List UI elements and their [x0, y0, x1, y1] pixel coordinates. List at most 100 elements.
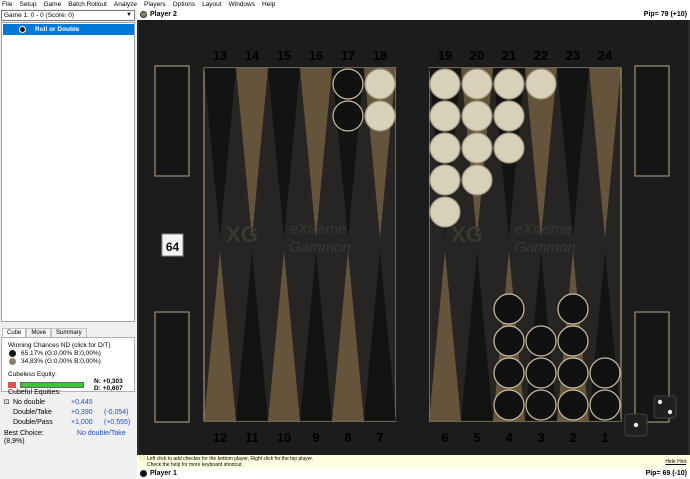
watermark-text: eXtreme	[515, 221, 572, 238]
dark-checker[interactable]	[493, 293, 525, 325]
menu-item-options[interactable]: Options	[173, 1, 195, 8]
die-pip	[633, 422, 639, 428]
dark-checker[interactable]	[557, 389, 589, 421]
point-number: 5	[473, 430, 480, 445]
analysis-tabs: Cube Move Summary	[2, 328, 87, 337]
eq-row-label: No double	[13, 399, 45, 406]
dark-checker[interactable]	[493, 357, 525, 389]
top-player-bar: Player 2 Pip= 79 (+10)	[137, 9, 690, 20]
point-number: 17	[341, 48, 355, 63]
light-checker[interactable]	[461, 132, 493, 164]
dark-checker[interactable]	[332, 100, 364, 132]
point-number: 13	[213, 48, 227, 63]
dark-checker[interactable]	[525, 389, 557, 421]
dark-checker[interactable]	[493, 389, 525, 421]
light-checker[interactable]	[461, 68, 493, 100]
d-value: D: +0,607	[94, 385, 123, 392]
point-number: 11	[245, 430, 259, 445]
checker-tray[interactable]	[634, 65, 670, 177]
left-panel: Game 1: 0 - 0 (Score: 0) ▼ Roll or Doubl…	[0, 9, 136, 479]
point-number: 23	[566, 48, 580, 63]
menu-item-setup[interactable]: Setup	[19, 1, 36, 8]
point-number: 7	[376, 430, 383, 445]
dark-checker[interactable]	[525, 357, 557, 389]
point-number: 16	[309, 48, 323, 63]
menu-item-layout[interactable]: Layout	[202, 1, 222, 8]
light-checker[interactable]	[364, 100, 396, 132]
info-icon: ⓘ	[139, 456, 146, 462]
menu-item-game[interactable]: Game	[43, 1, 61, 8]
analysis-panel: Winning Chances ND (click for D/T) 65,17…	[1, 337, 135, 392]
hide-hint-link[interactable]: Hide Hint	[665, 459, 686, 465]
light-checker[interactable]	[429, 68, 461, 100]
chevron-down-icon[interactable]: ▼	[126, 11, 132, 20]
menu-item-file[interactable]: File	[2, 1, 12, 8]
watermark-text: Gammon	[514, 239, 576, 256]
move-list[interactable]: Roll or Double	[1, 22, 135, 322]
watermark-text: eXtreme	[290, 221, 347, 238]
light-checker[interactable]	[461, 100, 493, 132]
dark-checker[interactable]	[557, 357, 589, 389]
checker-tray[interactable]	[154, 65, 190, 177]
dark-checker[interactable]	[557, 293, 589, 325]
winning-chances-header[interactable]: Winning Chances ND (click for D/T)	[8, 342, 111, 349]
menu-item-windows[interactable]: Windows	[229, 1, 255, 8]
light-checker[interactable]	[429, 164, 461, 196]
tab-summary[interactable]: Summary	[51, 328, 87, 337]
bottom-player-bar: Player 1 Pip= 69 (-10)	[137, 468, 690, 479]
player-top-name: Player 2	[150, 11, 177, 18]
watermark-text: Gammon	[289, 239, 351, 256]
equity-bar	[20, 382, 84, 388]
light-checker[interactable]	[364, 68, 396, 100]
menu-item-players[interactable]: Players	[144, 1, 166, 8]
best-choice-pct: (8,9%)	[4, 438, 25, 445]
light-checker[interactable]	[493, 100, 525, 132]
dark-checker[interactable]	[589, 357, 621, 389]
point-number: 9	[312, 430, 319, 445]
eq-row-value: +0,445	[71, 399, 93, 406]
p2-chances: 34,83% (G:0,00% B:0,00%)	[21, 358, 101, 365]
light-checker[interactable]	[493, 68, 525, 100]
tab-cube[interactable]: Cube	[2, 328, 27, 337]
eq-row-label: Double/Take	[13, 409, 52, 416]
die-pip	[667, 409, 673, 415]
point-number: 6	[441, 430, 448, 445]
light-checker[interactable]	[493, 132, 525, 164]
move-row-label: Roll or Double	[35, 26, 80, 33]
light-checker[interactable]	[429, 132, 461, 164]
bar[interactable]	[396, 68, 429, 421]
pip-top: Pip= 79 (+10)	[643, 11, 687, 18]
point-number: 10	[277, 430, 291, 445]
dark-checker[interactable]	[525, 325, 557, 357]
point-number: 2	[569, 430, 576, 445]
menu-item-help[interactable]: Help	[262, 1, 275, 8]
backgammon-board[interactable]: 13 14 15 16 17 18 19 20 21 22 23 24 12 11 10 9 8 7 6 5 4 3 2 1 X…	[139, 20, 688, 455]
menu-item-batch-rollout[interactable]: Batch Rollout	[68, 1, 107, 8]
equities-title: Cubeful Equities:	[8, 389, 61, 396]
light-checker[interactable]	[429, 196, 461, 228]
menu-item-analyze[interactable]: Analyze	[114, 1, 137, 8]
point-number: 21	[502, 48, 516, 63]
light-checker[interactable]	[429, 100, 461, 132]
dark-checker[interactable]	[332, 68, 364, 100]
die[interactable]	[653, 395, 677, 419]
point-number: 12	[213, 430, 227, 445]
dark-checker[interactable]	[493, 325, 525, 357]
dark-checker[interactable]	[589, 389, 621, 421]
light-checker-icon	[140, 11, 147, 18]
light-checker[interactable]	[461, 164, 493, 196]
move-row[interactable]: Roll or Double	[3, 24, 134, 35]
checker-tray[interactable]	[154, 311, 190, 423]
best-choice-value: No double/Take	[77, 430, 126, 437]
dark-checker[interactable]	[557, 325, 589, 357]
eq-row-diff: (-0,054)	[104, 409, 129, 416]
point-number: 1	[601, 430, 608, 445]
point-number: 19	[438, 48, 452, 63]
eq-row-diff: (+0,555)	[104, 419, 131, 426]
tab-move[interactable]: Move	[26, 328, 52, 337]
hint-bar: ⓘ Left click to add checker for the bott…	[137, 455, 690, 468]
doubling-cube-value: 64	[166, 240, 180, 254]
game-select[interactable]: Game 1: 0 - 0 (Score: 0) ▼	[1, 10, 135, 21]
light-checker[interactable]	[525, 68, 557, 100]
board-graphic[interactable]: 13 14 15 16 17 18 19 20 21 22 23 2412 11 10 9 8 7 6 5 4 3 2 1X…	[139, 20, 688, 455]
